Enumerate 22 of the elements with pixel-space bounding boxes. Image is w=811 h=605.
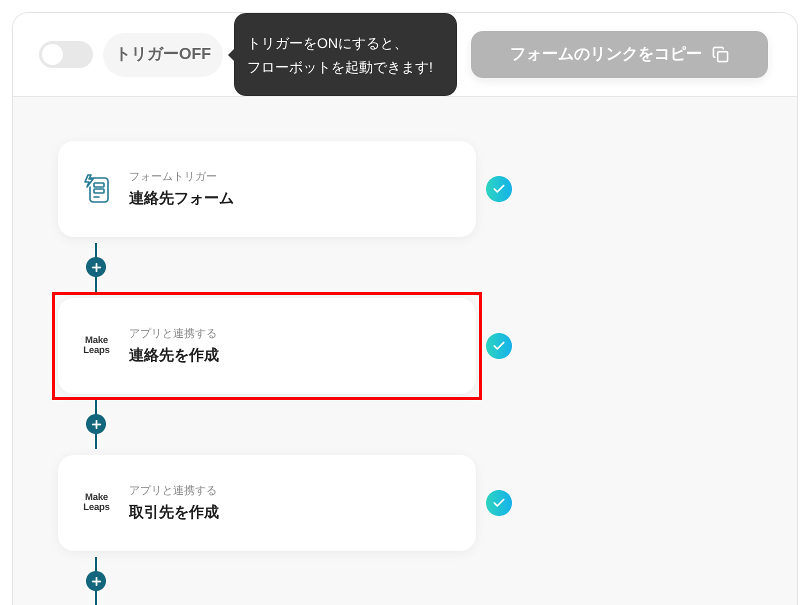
plus-icon [90, 418, 102, 430]
step-title: 取引先を作成 [129, 502, 219, 522]
step-card[interactable]: Make Leaps アプリと連携する 取引先を作成 [58, 455, 476, 551]
tooltip-text: トリガーをONにすると、 [247, 34, 408, 52]
form-document-icon [83, 174, 110, 204]
trigger-status-label: トリガーOFF [103, 32, 223, 76]
step-card[interactable]: フォームトリガー 連絡先フォーム [58, 141, 476, 237]
tooltip-text: フローボットを起動できます! [247, 58, 433, 76]
step-title: 連絡先フォーム [129, 188, 234, 208]
copy-icon [712, 46, 729, 63]
add-step-button[interactable] [86, 257, 106, 277]
plus-icon [90, 574, 102, 588]
step-category: アプリと連携する [129, 484, 218, 498]
add-step-button[interactable] [86, 414, 106, 434]
step-title: 連絡先を作成 [129, 346, 219, 366]
plus-icon [90, 260, 102, 274]
step-category: フォームトリガー [129, 170, 218, 184]
app-logo: Make Leaps [83, 336, 110, 356]
step-card[interactable]: Make Leaps アプリと連携する 連絡先を作成 [58, 298, 476, 394]
add-step-button[interactable] [86, 571, 106, 591]
app-logo: Make Leaps [83, 493, 110, 513]
step-category: アプリと連携する [129, 326, 218, 342]
